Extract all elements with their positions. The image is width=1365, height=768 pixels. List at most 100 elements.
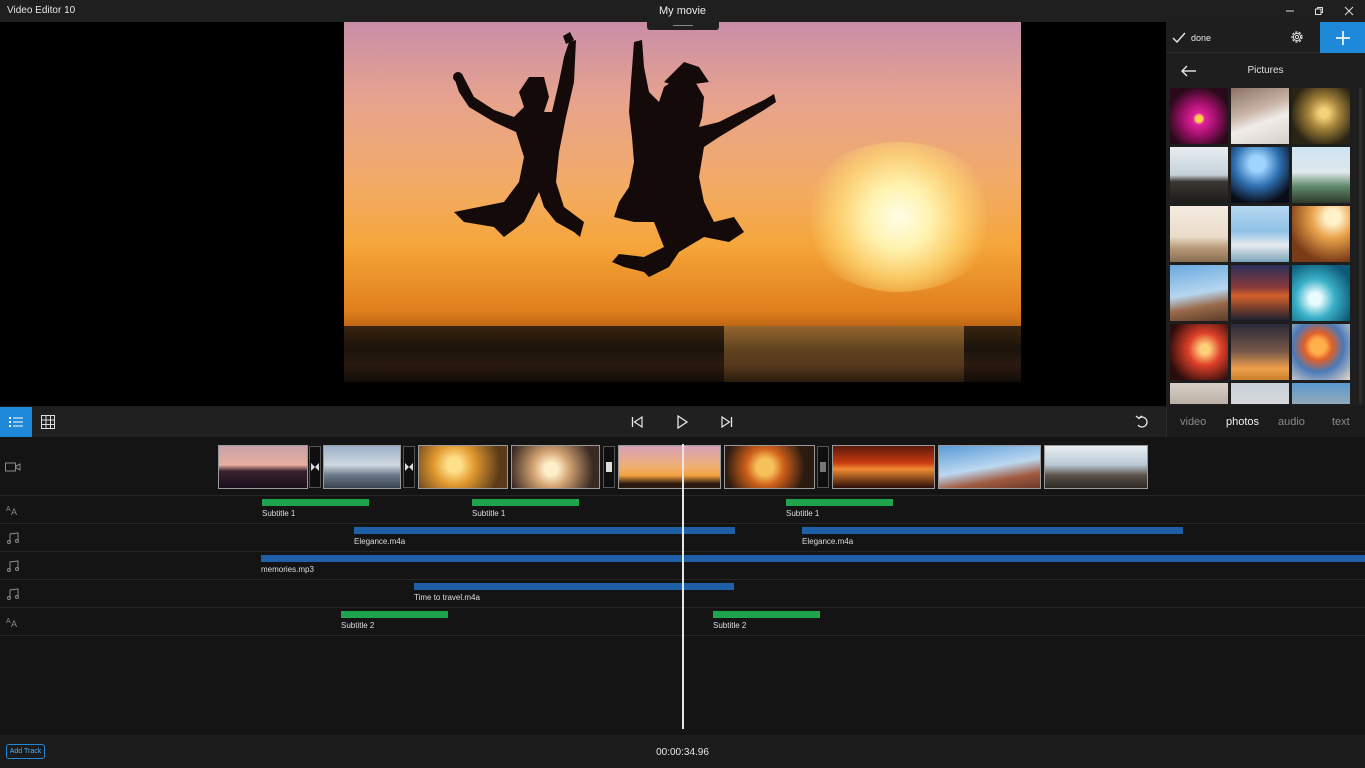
playhead[interactable] [682, 444, 684, 729]
video-preview[interactable] [0, 22, 1166, 406]
close-button[interactable] [1334, 0, 1364, 22]
document-title: My movie [658, 5, 707, 17]
audio-clip[interactable] [802, 527, 1183, 534]
video-clip[interactable] [724, 445, 815, 489]
audio-clip[interactable] [261, 555, 1365, 562]
video-clip[interactable] [832, 445, 935, 489]
audio-clip-label: memories.mp3 [261, 565, 314, 574]
video-clip[interactable] [938, 445, 1041, 489]
transition-marker[interactable] [309, 446, 321, 488]
grid-view-button[interactable] [32, 407, 64, 437]
picture-thumbnail[interactable] [1292, 265, 1350, 321]
play-button[interactable] [666, 407, 698, 437]
picture-thumbnail[interactable] [1292, 324, 1350, 380]
text-icon: AA [6, 506, 17, 516]
subtitle-clip[interactable] [262, 499, 369, 506]
plus-icon [1335, 30, 1350, 45]
picture-thumbnail[interactable] [1170, 206, 1228, 262]
transition-icon [405, 463, 413, 471]
settings-button[interactable] [1286, 26, 1308, 48]
video-clip[interactable] [418, 445, 508, 489]
subtitle-clip[interactable] [472, 499, 579, 506]
svg-text:A: A [11, 507, 17, 516]
video-clip[interactable] [618, 445, 721, 489]
add-media-button[interactable] [1320, 22, 1365, 53]
undo-button[interactable] [1126, 407, 1158, 437]
skip-to-end-icon [721, 416, 733, 428]
jumping-people-silhouette [453, 32, 776, 277]
picture-thumbnail[interactable] [1292, 206, 1350, 262]
tab-video[interactable]: video [1180, 416, 1206, 428]
subtitle-clip-label: Subtitle 1 [786, 509, 820, 518]
video-track-icon [5, 460, 21, 474]
skip-to-start-icon [631, 416, 643, 428]
transition-icon [311, 463, 319, 471]
pictures-header: Pictures [1166, 54, 1365, 86]
picture-thumbnail[interactable] [1170, 265, 1228, 321]
picture-thumbnail[interactable] [1292, 383, 1350, 404]
text-track-icon: AA [5, 503, 21, 517]
subtitle-clip[interactable] [786, 499, 893, 506]
tab-photos[interactable]: photos [1226, 416, 1259, 428]
audio-clip[interactable] [354, 527, 735, 534]
pictures-title: Pictures [1247, 65, 1284, 76]
media-type-tabs: video photos audio text [1166, 407, 1365, 437]
picture-thumbnail[interactable] [1231, 265, 1289, 321]
picture-thumbnail[interactable] [1231, 147, 1289, 203]
picture-thumbnail[interactable] [1170, 383, 1228, 404]
subtitle-clip[interactable] [341, 611, 448, 618]
title-bar: Video Editor 10 My movie [0, 0, 1365, 22]
picture-thumbnail[interactable] [1170, 147, 1228, 203]
tab-text[interactable]: text [1332, 416, 1350, 428]
transition-marker[interactable] [603, 446, 615, 488]
media-browser-panel: done Pictures [1166, 22, 1365, 406]
music-note-icon [7, 588, 19, 600]
close-icon [1344, 6, 1354, 16]
picture-thumbnail[interactable] [1170, 88, 1228, 144]
transition-marker[interactable] [403, 446, 415, 488]
video-clip[interactable] [218, 445, 308, 489]
skip-to-start-button[interactable] [621, 407, 653, 437]
preview-frame-image [344, 22, 1021, 382]
video-camera-icon [5, 462, 21, 472]
preview-collapse-handle[interactable] [647, 22, 719, 30]
video-clip[interactable] [1044, 445, 1148, 489]
status-bar: Add Track 00:00:34.96 [0, 735, 1365, 768]
video-editor-window: Video Editor 10 My movie done Pictures v… [0, 0, 1365, 768]
timeline[interactable]: AA Subtitle 1 Subtitle 1 Subtitle 1 Eleg… [0, 437, 1365, 735]
picture-grid-scrollbar[interactable] [1359, 88, 1362, 404]
picture-thumbnail[interactable] [1231, 206, 1289, 262]
text-icon: AA [6, 618, 17, 628]
audio-clip-label: Elegance.m4a [802, 537, 854, 546]
picture-thumbnail[interactable] [1231, 383, 1289, 404]
svg-text:A: A [11, 619, 17, 628]
tab-audio[interactable]: audio [1278, 416, 1305, 428]
sea [344, 326, 1021, 382]
subtitle-clip[interactable] [713, 611, 820, 618]
transition-icon [820, 462, 826, 472]
checkmark-icon [1172, 32, 1186, 44]
subtitle-clip-label: Subtitle 2 [341, 621, 375, 630]
picture-thumbnail[interactable] [1292, 88, 1350, 144]
video-clip[interactable] [511, 445, 600, 489]
current-time: 00:00:34.96 [656, 747, 709, 758]
transition-marker[interactable] [817, 446, 829, 488]
list-view-button[interactable] [0, 407, 32, 437]
video-clip[interactable] [323, 445, 401, 489]
done-button[interactable]: done [1172, 28, 1211, 48]
picture-thumbnail[interactable] [1170, 324, 1228, 380]
play-icon [677, 415, 688, 429]
audio-track-icon [5, 587, 21, 601]
text-track-icon: AA [5, 615, 21, 629]
subtitle-clip-label: Subtitle 2 [713, 621, 747, 630]
picture-thumbnail[interactable] [1292, 147, 1350, 203]
minimize-button[interactable] [1275, 0, 1305, 22]
minimize-icon [1286, 10, 1294, 12]
picture-thumbnail[interactable] [1231, 324, 1289, 380]
gear-icon [1291, 31, 1303, 43]
picture-thumbnail[interactable] [1231, 88, 1289, 144]
playback-toolbar [0, 407, 1166, 437]
audio-clip[interactable] [414, 583, 734, 590]
skip-to-end-button[interactable] [711, 407, 743, 437]
restore-button[interactable] [1304, 0, 1334, 22]
